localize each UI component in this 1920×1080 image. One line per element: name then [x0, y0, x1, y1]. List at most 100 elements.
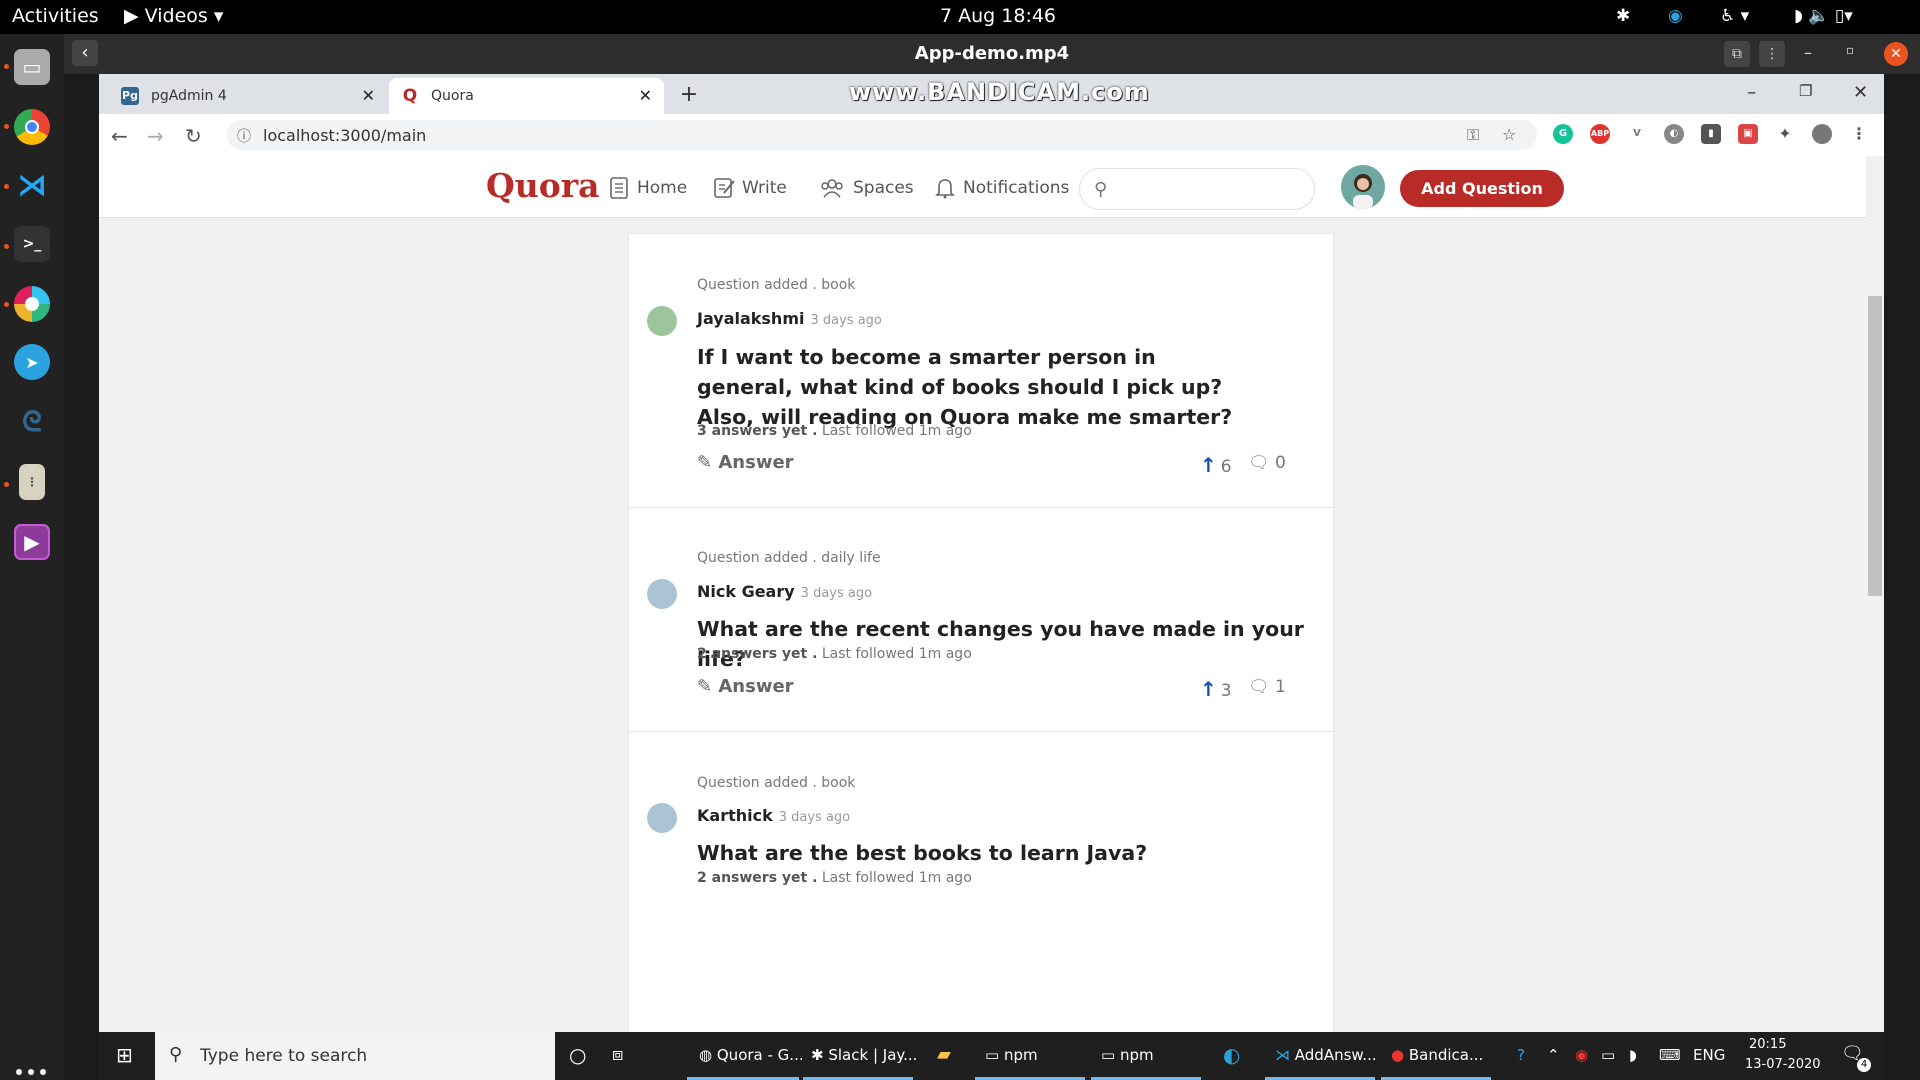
author-avatar[interactable]	[647, 306, 677, 336]
telegram-tray-icon[interactable]: ◉	[1668, 6, 1683, 26]
taskbar-app-npm[interactable]: ▭ npm	[985, 1046, 1038, 1064]
question-text[interactable]: What are the recent changes you have mad…	[697, 614, 1317, 674]
back-arrow-icon[interactable]: ←	[111, 124, 128, 148]
taskbar-search-input[interactable]: ⚲ Type here to search	[155, 1032, 555, 1080]
menu-icon[interactable]: ⋮	[1759, 41, 1785, 67]
language-indicator[interactable]: ENG	[1693, 1046, 1725, 1064]
chrome-icon[interactable]	[14, 109, 50, 145]
taskbar-app-vscode[interactable]: ⋊ AddAnsw...	[1275, 1046, 1377, 1064]
app-menu[interactable]: ▶ Videos ▾	[124, 5, 223, 27]
files-icon[interactable]: ▭	[14, 49, 50, 85]
system-clock[interactable]: 7 Aug 18:46	[940, 5, 1056, 27]
question-text[interactable]: What are the best books to learn Java?	[697, 838, 1257, 868]
taskbar-app-chrome[interactable]: ◍ Quora - G...	[699, 1046, 804, 1064]
url-bar[interactable]: ⓘ localhost:3000/main ⚿ ☆	[227, 120, 1537, 150]
bookmark-star-icon[interactable]: ☆	[1502, 125, 1516, 144]
taskbar-date[interactable]: 13-07-2020	[1745, 1057, 1821, 1072]
slack-icon[interactable]	[14, 286, 50, 322]
search-input[interactable]: ⚲	[1079, 168, 1315, 210]
taskbar-app-slack[interactable]: ✱ Slack | Jay...	[811, 1046, 917, 1064]
terminal-icon[interactable]: >_	[14, 226, 50, 262]
taskbar-app-bandicam[interactable]: ● Bandica...	[1391, 1046, 1483, 1064]
scrollbar-thumb[interactable]	[1868, 296, 1882, 596]
author-avatar[interactable]	[647, 803, 677, 833]
user-avatar[interactable]	[1341, 165, 1385, 209]
tab-quora[interactable]: Q Quora ✕	[389, 78, 664, 114]
reload-icon[interactable]: ↻	[185, 124, 202, 148]
answer-button[interactable]: ✎ Answer	[697, 452, 794, 473]
cortana-icon[interactable]: ○	[569, 1043, 586, 1067]
vscode-icon[interactable]: ⋊	[14, 167, 50, 203]
nav-notifications[interactable]: Notifications	[933, 176, 1069, 200]
help-icon[interactable]: ?	[1517, 1046, 1525, 1064]
close-icon[interactable]: ✕	[1884, 42, 1908, 66]
taskbar-time[interactable]: 20:15	[1749, 1037, 1786, 1052]
edge-icon[interactable]: ◐	[1223, 1043, 1240, 1067]
quora-page: Quora Home Write Spaces Notifications ⚲ …	[99, 156, 1884, 1032]
extension-icon[interactable]: ◐	[1664, 124, 1684, 144]
task-view-icon[interactable]: ⧈	[612, 1044, 623, 1065]
question-text[interactable]: If I want to become a smarter person in …	[697, 342, 1257, 432]
forward-arrow-icon[interactable]: →	[147, 124, 164, 148]
comment-button[interactable]: 🗨 1	[1248, 677, 1286, 697]
author-name[interactable]: Nick Geary 3 days ago	[697, 582, 872, 601]
question-stats: 2 answers yet . Last followed 1m ago	[697, 646, 972, 662]
archive-icon[interactable]: ⋮	[19, 464, 45, 500]
wifi-icon[interactable]: ◗ 🔈 ▯▾	[1794, 6, 1853, 26]
profile-avatar[interactable]	[1812, 124, 1832, 144]
nav-home[interactable]: Home	[607, 176, 687, 200]
comment-button[interactable]: 🗨 0	[1248, 453, 1286, 473]
fullscreen-icon[interactable]: ⧉	[1724, 41, 1750, 67]
windows-start-icon[interactable]: ⊞	[116, 1043, 133, 1067]
address-toolbar: ← → ↻ ⓘ localhost:3000/main ⚿ ☆ G ABP V …	[99, 114, 1884, 156]
new-tab-button[interactable]: +	[674, 80, 704, 110]
accessibility-icon[interactable]: ♿ ▾	[1720, 6, 1749, 26]
close-window-icon[interactable]: ✕	[1853, 82, 1868, 103]
nav-write[interactable]: Write	[712, 176, 787, 200]
close-tab-icon[interactable]: ✕	[362, 86, 375, 105]
upvote-button[interactable]: ↑ 3	[1200, 677, 1232, 701]
slack-tray-icon[interactable]: ✱	[1616, 6, 1630, 26]
minimize-icon[interactable]: –	[1747, 82, 1756, 103]
vue-devtools-icon[interactable]: V	[1627, 124, 1647, 144]
nav-spaces[interactable]: Spaces	[817, 176, 914, 200]
taskbar-app-npm[interactable]: ▭ npm	[1101, 1046, 1154, 1064]
extension-icon[interactable]: ▣	[1738, 124, 1758, 144]
add-question-button[interactable]: Add Question	[1400, 170, 1564, 207]
restore-icon[interactable]: ▫	[1846, 43, 1854, 57]
answer-button[interactable]: ✎ Answer	[697, 676, 794, 697]
battery-icon[interactable]: ▭	[1601, 1046, 1615, 1064]
question-added-label: Question added . book	[697, 277, 856, 293]
keyboard-icon[interactable]: ⌨	[1659, 1046, 1681, 1064]
grammarly-icon[interactable]: G	[1553, 124, 1573, 144]
upvote-button[interactable]: ↑ 6	[1200, 453, 1232, 477]
quora-logo[interactable]: Quora	[486, 166, 600, 205]
file-explorer-icon[interactable]: ▰	[937, 1044, 951, 1065]
post-time: 3 days ago	[800, 586, 873, 601]
minimize-icon[interactable]: –	[1804, 43, 1812, 62]
tray-chevron-icon[interactable]: ⌃	[1547, 1046, 1560, 1064]
show-applications-icon[interactable]	[16, 1069, 46, 1080]
author-name[interactable]: Karthick 3 days ago	[697, 806, 850, 825]
author-name[interactable]: Jayalakshmi 3 days ago	[697, 309, 882, 328]
question-added-label: Question added . daily life	[697, 550, 881, 566]
info-icon[interactable]: ⓘ	[237, 126, 251, 146]
bell-icon	[935, 179, 955, 199]
extension-icon[interactable]: ▮	[1701, 124, 1721, 144]
author-avatar[interactable]	[647, 579, 677, 609]
tab-pgadmin[interactable]: Pg pgAdmin 4 ✕	[109, 78, 387, 114]
videos-icon[interactable]: ▶	[14, 524, 50, 560]
chrome-menu-icon[interactable]: ⋮	[1849, 124, 1869, 144]
close-tab-icon[interactable]: ✕	[639, 86, 652, 105]
telegram-icon[interactable]: ➤	[14, 344, 50, 380]
vscode-icon: ⋊	[1275, 1046, 1290, 1064]
key-icon[interactable]: ⚿	[1467, 125, 1479, 145]
pgadmin-icon[interactable]: ᘓ	[14, 404, 50, 440]
record-tray-icon[interactable]: ◉	[1575, 1046, 1588, 1064]
post-time: 3 days ago	[810, 313, 882, 328]
restore-icon[interactable]: ❐	[1799, 82, 1812, 100]
wifi-icon[interactable]: ◗	[1629, 1046, 1637, 1064]
adblock-icon[interactable]: ABP	[1590, 124, 1610, 144]
puzzle-icon[interactable]: ✦	[1775, 124, 1795, 144]
activities-button[interactable]: Activities	[12, 5, 99, 27]
